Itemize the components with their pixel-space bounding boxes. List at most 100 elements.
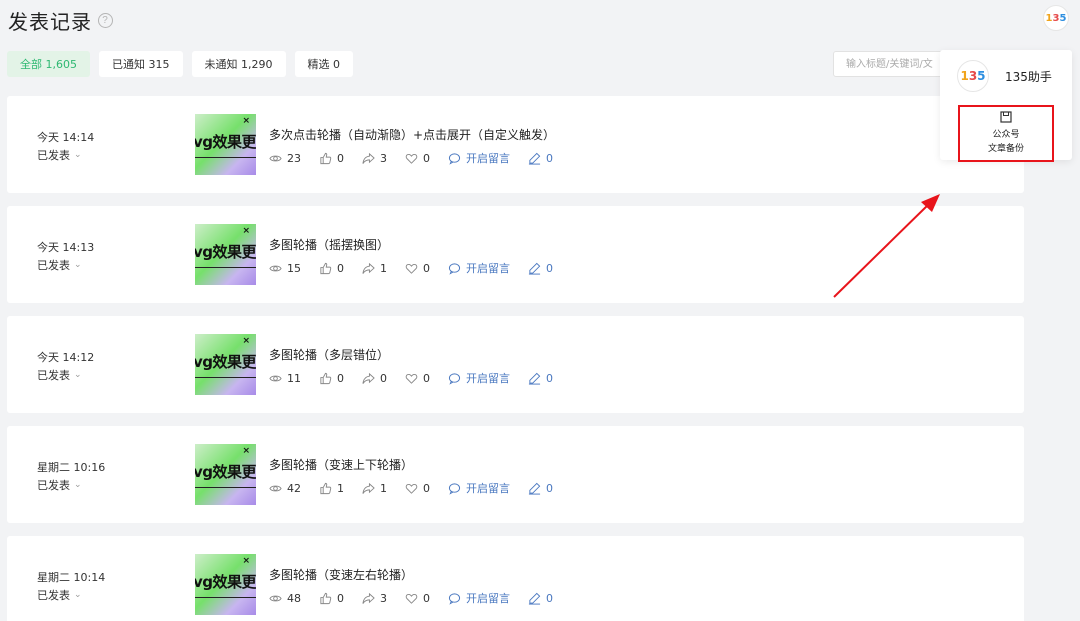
edit-icon xyxy=(528,372,541,385)
backup-label-line2: 文章备份 xyxy=(987,144,1024,154)
enable-comments-button[interactable]: 开启留言 xyxy=(448,150,510,166)
status-dropdown[interactable]: 已发表 ⌄ xyxy=(37,477,82,493)
like-icon xyxy=(320,152,332,164)
article-row[interactable]: 今天 14:14 已发表 ⌄ × vg效果更新 多次点击轮播（自动渐隐）+点击展… xyxy=(7,96,1024,193)
views-stat: 23 xyxy=(269,152,301,165)
thumbnail-text: vg效果更新 xyxy=(195,243,256,261)
article-row[interactable]: 星期二 10:16 已发表 ⌄ × vg效果更新 多图轮播（变速上下轮播） 42… xyxy=(7,426,1024,523)
thumbnail-text: vg效果更新 xyxy=(195,133,256,151)
favorites-stat: 0 xyxy=(405,592,430,605)
edit-button[interactable]: 0 xyxy=(528,152,553,165)
article-thumbnail[interactable]: × vg效果更新 xyxy=(195,224,256,285)
views-icon xyxy=(269,265,282,271)
edit-button[interactable]: 0 xyxy=(528,262,553,275)
enable-comments-button[interactable]: 开启留言 xyxy=(448,260,510,276)
chevron-down-icon: ⌄ xyxy=(74,150,82,160)
article-row[interactable]: 星期二 10:14 已发表 ⌄ × vg效果更新 多图轮播（变速左右轮播） 48… xyxy=(7,536,1024,621)
article-thumbnail[interactable]: × vg效果更新 xyxy=(195,554,256,615)
favorite-icon xyxy=(405,593,418,604)
share-icon xyxy=(362,152,375,164)
thumbnail-text: vg效果更新 xyxy=(195,353,256,371)
share-icon xyxy=(362,262,375,274)
favorite-icon xyxy=(405,373,418,384)
views-icon xyxy=(269,155,282,161)
article-thumbnail[interactable]: × vg效果更新 xyxy=(195,334,256,395)
status-dropdown[interactable]: 已发表 ⌄ xyxy=(37,147,82,163)
article-stats: 23 0 3 0 开启留言 0 xyxy=(269,150,553,166)
tab-not-notified[interactable]: 未通知 1,290 xyxy=(191,51,286,77)
tab-featured[interactable]: 精选 0 xyxy=(294,51,353,77)
help-icon[interactable]: ? xyxy=(98,13,113,28)
thumbnail-mark: × xyxy=(242,556,250,566)
like-icon xyxy=(320,372,332,384)
likes-stat: 0 xyxy=(319,592,344,605)
chevron-down-icon: ⌄ xyxy=(74,480,82,490)
views-icon xyxy=(269,375,282,381)
edit-icon xyxy=(528,482,541,495)
filter-tabs: 全部 1,605 已通知 315 未通知 1,290 精选 0 xyxy=(7,51,353,77)
article-thumbnail[interactable]: × vg效果更新 xyxy=(195,114,256,175)
shares-stat: 1 xyxy=(362,262,387,275)
favorites-stat: 0 xyxy=(405,482,430,495)
thumbnail-mark: × xyxy=(242,336,250,346)
status-dropdown[interactable]: 已发表 ⌄ xyxy=(37,257,82,273)
thumbnail-text: vg效果更新 xyxy=(195,573,256,591)
likes-stat: 0 xyxy=(319,372,344,385)
thumbnail-mark: × xyxy=(242,446,250,456)
article-title[interactable]: 多图轮播（多层错位） xyxy=(269,346,389,363)
enable-comments-button[interactable]: 开启留言 xyxy=(448,370,510,386)
shares-stat: 3 xyxy=(362,592,387,605)
edit-button[interactable]: 0 xyxy=(528,372,553,385)
views-stat: 48 xyxy=(269,592,301,605)
enable-comments-button[interactable]: 开启留言 xyxy=(448,480,510,496)
article-title[interactable]: 多图轮播（变速上下轮播） xyxy=(269,456,413,473)
status-label: 已发表 xyxy=(37,369,70,382)
publish-time: 今天 14:14 xyxy=(37,131,95,144)
edit-button[interactable]: 0 xyxy=(528,482,553,495)
publish-time: 星期二 10:16 xyxy=(37,461,106,474)
page-title-text: 发表记录 xyxy=(8,10,92,34)
edit-icon xyxy=(528,592,541,605)
share-icon xyxy=(362,372,375,384)
status-dropdown[interactable]: 已发表 ⌄ xyxy=(37,367,82,383)
assistant-name: 135助手 xyxy=(1005,70,1052,84)
views-stat: 42 xyxy=(269,482,301,495)
publish-time: 今天 14:13 xyxy=(37,241,95,254)
share-icon xyxy=(362,592,375,604)
thumbnail-mark: × xyxy=(242,226,250,236)
article-row[interactable]: 今天 14:12 已发表 ⌄ × vg效果更新 多图轮播（多层错位） 11 0 … xyxy=(7,316,1024,413)
tab-all[interactable]: 全部 1,605 xyxy=(7,51,90,77)
like-icon xyxy=(320,592,332,604)
article-title[interactable]: 多图轮播（摇摆换图） xyxy=(269,236,389,253)
article-title[interactable]: 多次点击轮播（自动渐隐）+点击展开（自定义触发） xyxy=(269,126,555,143)
status-label: 已发表 xyxy=(37,589,70,602)
comment-icon xyxy=(448,592,461,605)
shares-stat: 1 xyxy=(362,482,387,495)
comment-icon xyxy=(448,262,461,275)
favorites-stat: 0 xyxy=(405,152,430,165)
status-label: 已发表 xyxy=(37,259,70,272)
likes-stat: 1 xyxy=(319,482,344,495)
status-dropdown[interactable]: 已发表 ⌄ xyxy=(37,587,82,603)
search-input[interactable] xyxy=(833,51,953,77)
likes-stat: 0 xyxy=(319,152,344,165)
views-icon xyxy=(269,595,282,601)
favorite-icon xyxy=(405,153,418,164)
thumbnail-mark: × xyxy=(242,116,250,126)
article-title[interactable]: 多图轮播（变速左右轮播） xyxy=(269,566,413,583)
article-stats: 48 0 3 0 开启留言 0 xyxy=(269,590,553,606)
enable-comments-button[interactable]: 开启留言 xyxy=(448,590,510,606)
like-icon xyxy=(320,482,332,494)
article-stats: 11 0 0 0 开启留言 0 xyxy=(269,370,553,386)
article-backup-button[interactable]: 公众号 文章备份 xyxy=(958,105,1054,162)
article-thumbnail[interactable]: × vg效果更新 xyxy=(195,444,256,505)
publish-time: 星期二 10:14 xyxy=(37,571,106,584)
article-row[interactable]: 今天 14:13 已发表 ⌄ × vg效果更新 多图轮播（摇摆换图） 15 0 … xyxy=(7,206,1024,303)
brand-logo-icon[interactable]: 135 xyxy=(1043,5,1069,31)
chevron-down-icon: ⌄ xyxy=(74,590,82,600)
edit-button[interactable]: 0 xyxy=(528,592,553,605)
tab-notified[interactable]: 已通知 315 xyxy=(99,51,183,77)
assistant-logo-icon: 135 xyxy=(957,60,989,92)
comment-icon xyxy=(448,372,461,385)
chevron-down-icon: ⌄ xyxy=(74,260,82,270)
